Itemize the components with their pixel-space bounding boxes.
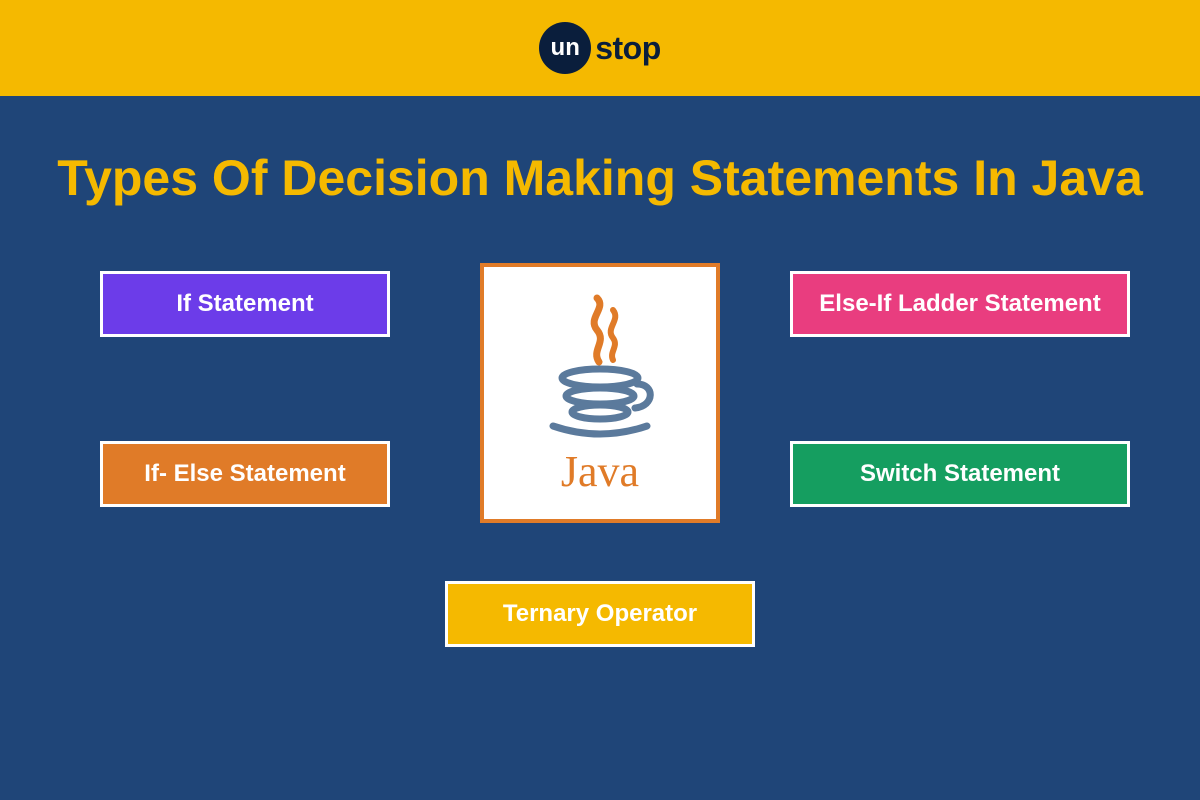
content-area: Types Of Decision Making Statements In J… xyxy=(0,96,1200,721)
box-label: If Statement xyxy=(176,290,313,317)
page-title: Types Of Decision Making Statements In J… xyxy=(40,146,1160,211)
box-switch-statement: Switch Statement xyxy=(790,441,1130,507)
box-label: Ternary Operator xyxy=(503,600,697,627)
box-label: Else-If Ladder Statement xyxy=(819,290,1100,317)
logo-suffix-text: stop xyxy=(595,30,661,67)
java-label: Java xyxy=(561,446,639,497)
java-logo-icon xyxy=(535,290,665,440)
box-ternary-operator: Ternary Operator xyxy=(445,581,755,647)
box-label: Switch Statement xyxy=(860,460,1060,487)
java-center-card: Java xyxy=(480,263,720,523)
logo-circle-text: un xyxy=(551,34,580,62)
logo-circle: un xyxy=(539,22,591,74)
diagram-grid: If Statement Else-If Ladder Statement If… xyxy=(40,271,1160,691)
box-if-else-statement: If- Else Statement xyxy=(100,441,390,507)
box-else-if-ladder: Else-If Ladder Statement xyxy=(790,271,1130,337)
brand-logo: un stop xyxy=(539,22,661,74)
box-label: If- Else Statement xyxy=(144,460,345,487)
header-bar: un stop xyxy=(0,0,1200,96)
box-if-statement: If Statement xyxy=(100,271,390,337)
